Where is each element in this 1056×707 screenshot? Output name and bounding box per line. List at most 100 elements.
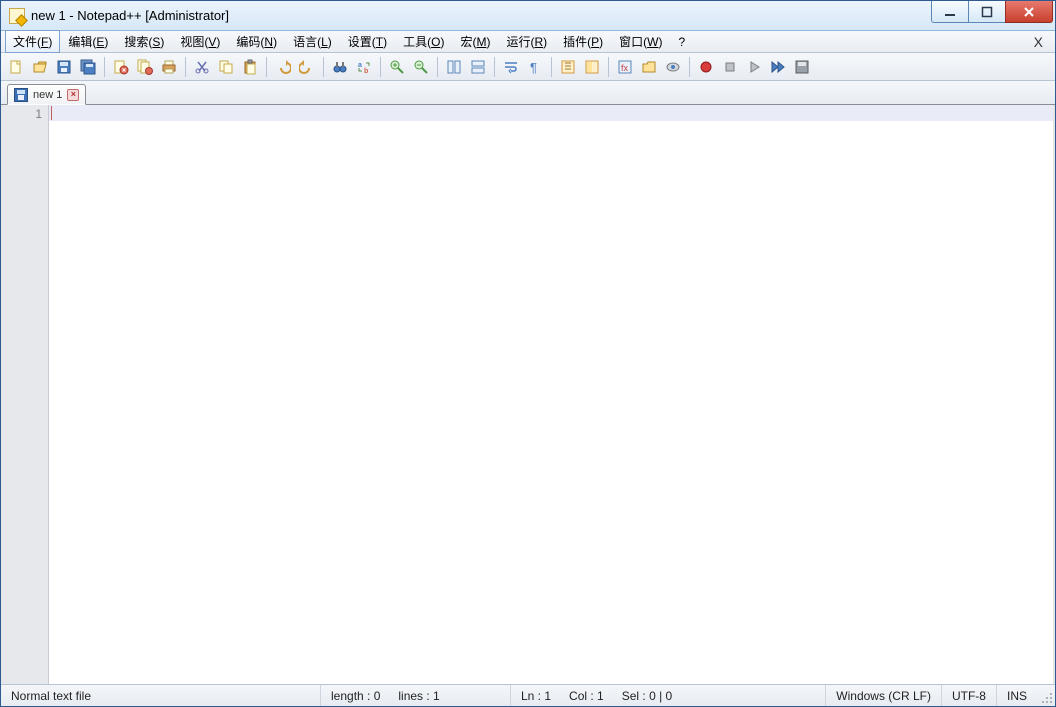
stop-icon: [722, 59, 738, 75]
tab-save-state-icon: [14, 88, 28, 102]
fast-forward-icon: [770, 59, 786, 75]
open-file-button[interactable]: [29, 56, 51, 78]
replace-button[interactable]: ab: [353, 56, 375, 78]
print-button[interactable]: [158, 56, 180, 78]
status-encoding[interactable]: UTF-8: [942, 685, 997, 706]
lang-panel-button[interactable]: [581, 56, 603, 78]
line-number: 1: [3, 107, 42, 121]
show-all-chars-button[interactable]: ¶: [524, 56, 546, 78]
menu-file[interactable]: 文件(F): [5, 30, 60, 53]
stop-macro-button[interactable]: [719, 56, 741, 78]
menu-window[interactable]: 窗口(W): [611, 30, 670, 53]
sync-hscroll-button[interactable]: [467, 56, 489, 78]
save-macro-icon: [794, 59, 810, 75]
menu-bar: 文件(F) 编辑(E) 搜索(S) 视图(V) 编码(N) 语言(L) 设置(T…: [1, 31, 1055, 53]
status-length-lines: length : 0 lines : 1: [321, 685, 511, 706]
maximize-button[interactable]: [968, 1, 1006, 23]
minimize-button[interactable]: [931, 1, 969, 23]
menu-edit[interactable]: 编辑(E): [60, 30, 116, 53]
menu-run[interactable]: 运行(R): [498, 30, 555, 53]
save-all-icon: [80, 59, 96, 75]
menu-help[interactable]: ?: [670, 32, 693, 52]
wordwrap-button[interactable]: [500, 56, 522, 78]
copy-button[interactable]: [215, 56, 237, 78]
wordwrap-icon: [503, 59, 519, 75]
editor-area: 1: [1, 105, 1055, 684]
app-icon: [9, 8, 25, 24]
menu-view[interactable]: 视图(V): [172, 30, 228, 53]
menu-language[interactable]: 语言(L): [285, 30, 340, 53]
status-bar: Normal text file length : 0 lines : 1 Ln…: [1, 684, 1055, 706]
status-eol[interactable]: Windows (CR LF): [826, 685, 942, 706]
status-cursor: Ln : 1 Col : 1 Sel : 0 | 0: [511, 685, 826, 706]
menu-plugins[interactable]: 插件(P): [555, 30, 611, 53]
replace-icon: ab: [356, 59, 372, 75]
tab-new1[interactable]: new 1 ×: [7, 84, 86, 105]
paste-button[interactable]: [239, 56, 261, 78]
record-icon: [698, 59, 714, 75]
printer-icon: [161, 59, 177, 75]
undo-button[interactable]: [272, 56, 294, 78]
menu-macro[interactable]: 宏(M): [452, 30, 498, 53]
save-all-button[interactable]: [77, 56, 99, 78]
lang-panel-icon: [584, 59, 600, 75]
title-bar[interactable]: new 1 - Notepad++ [Administrator]: [1, 1, 1055, 31]
sync-vscroll-button[interactable]: [443, 56, 465, 78]
play-multi-button[interactable]: [767, 56, 789, 78]
resize-grip[interactable]: [1037, 685, 1055, 706]
svg-text:fx: fx: [621, 63, 629, 73]
save-macro-button[interactable]: [791, 56, 813, 78]
pages-close-icon: [137, 59, 153, 75]
close-all-button[interactable]: [134, 56, 156, 78]
zoom-in-icon: [389, 59, 405, 75]
play-icon: [746, 59, 762, 75]
indent-guide-button[interactable]: [557, 56, 579, 78]
eye-icon: [665, 59, 681, 75]
text-editor[interactable]: [49, 105, 1053, 684]
close-file-button[interactable]: [110, 56, 132, 78]
save-icon: [56, 59, 72, 75]
toolbar: ab ¶ fx: [1, 53, 1055, 81]
document-tabs: new 1 ×: [1, 81, 1055, 105]
binoculars-icon: [332, 59, 348, 75]
pilcrow-icon: ¶: [527, 59, 543, 75]
tab-label: new 1: [33, 89, 62, 101]
svg-text:a: a: [358, 62, 362, 69]
monitoring-button[interactable]: [662, 56, 684, 78]
close-icon: [1022, 6, 1036, 18]
folder-open-icon: [32, 59, 48, 75]
clipboard-icon: [242, 59, 258, 75]
folder-workspace-button[interactable]: [638, 56, 660, 78]
cut-button[interactable]: [191, 56, 213, 78]
play-macro-button[interactable]: [743, 56, 765, 78]
window-title: new 1 - Notepad++ [Administrator]: [31, 8, 229, 23]
zoom-in-button[interactable]: [386, 56, 408, 78]
indent-guide-icon: [560, 59, 576, 75]
maximize-icon: [981, 6, 993, 18]
zoom-out-button[interactable]: [410, 56, 432, 78]
find-button[interactable]: [329, 56, 351, 78]
menu-tools[interactable]: 工具(O): [395, 30, 452, 53]
sync-vertical-icon: [446, 59, 462, 75]
menubar-close-icon[interactable]: X: [1026, 34, 1051, 50]
menu-settings[interactable]: 设置(T): [340, 30, 395, 53]
status-filetype: Normal text file: [1, 685, 321, 706]
line-number-gutter[interactable]: 1: [3, 105, 49, 684]
menu-encoding[interactable]: 编码(N): [228, 30, 285, 53]
close-button[interactable]: [1005, 1, 1053, 23]
zoom-out-icon: [413, 59, 429, 75]
new-file-button[interactable]: [5, 56, 27, 78]
function-list-button[interactable]: fx: [614, 56, 636, 78]
tab-close-button[interactable]: ×: [67, 89, 79, 101]
status-insert-mode[interactable]: INS: [997, 685, 1037, 706]
new-file-icon: [8, 59, 24, 75]
svg-text:b: b: [364, 68, 368, 75]
sync-horizontal-icon: [470, 59, 486, 75]
record-macro-button[interactable]: [695, 56, 717, 78]
text-caret: [51, 106, 52, 120]
menu-search[interactable]: 搜索(S): [116, 30, 172, 53]
redo-button[interactable]: [296, 56, 318, 78]
app-window: new 1 - Notepad++ [Administrator] 文件(F) …: [0, 0, 1056, 707]
page-close-icon: [113, 59, 129, 75]
save-button[interactable]: [53, 56, 75, 78]
